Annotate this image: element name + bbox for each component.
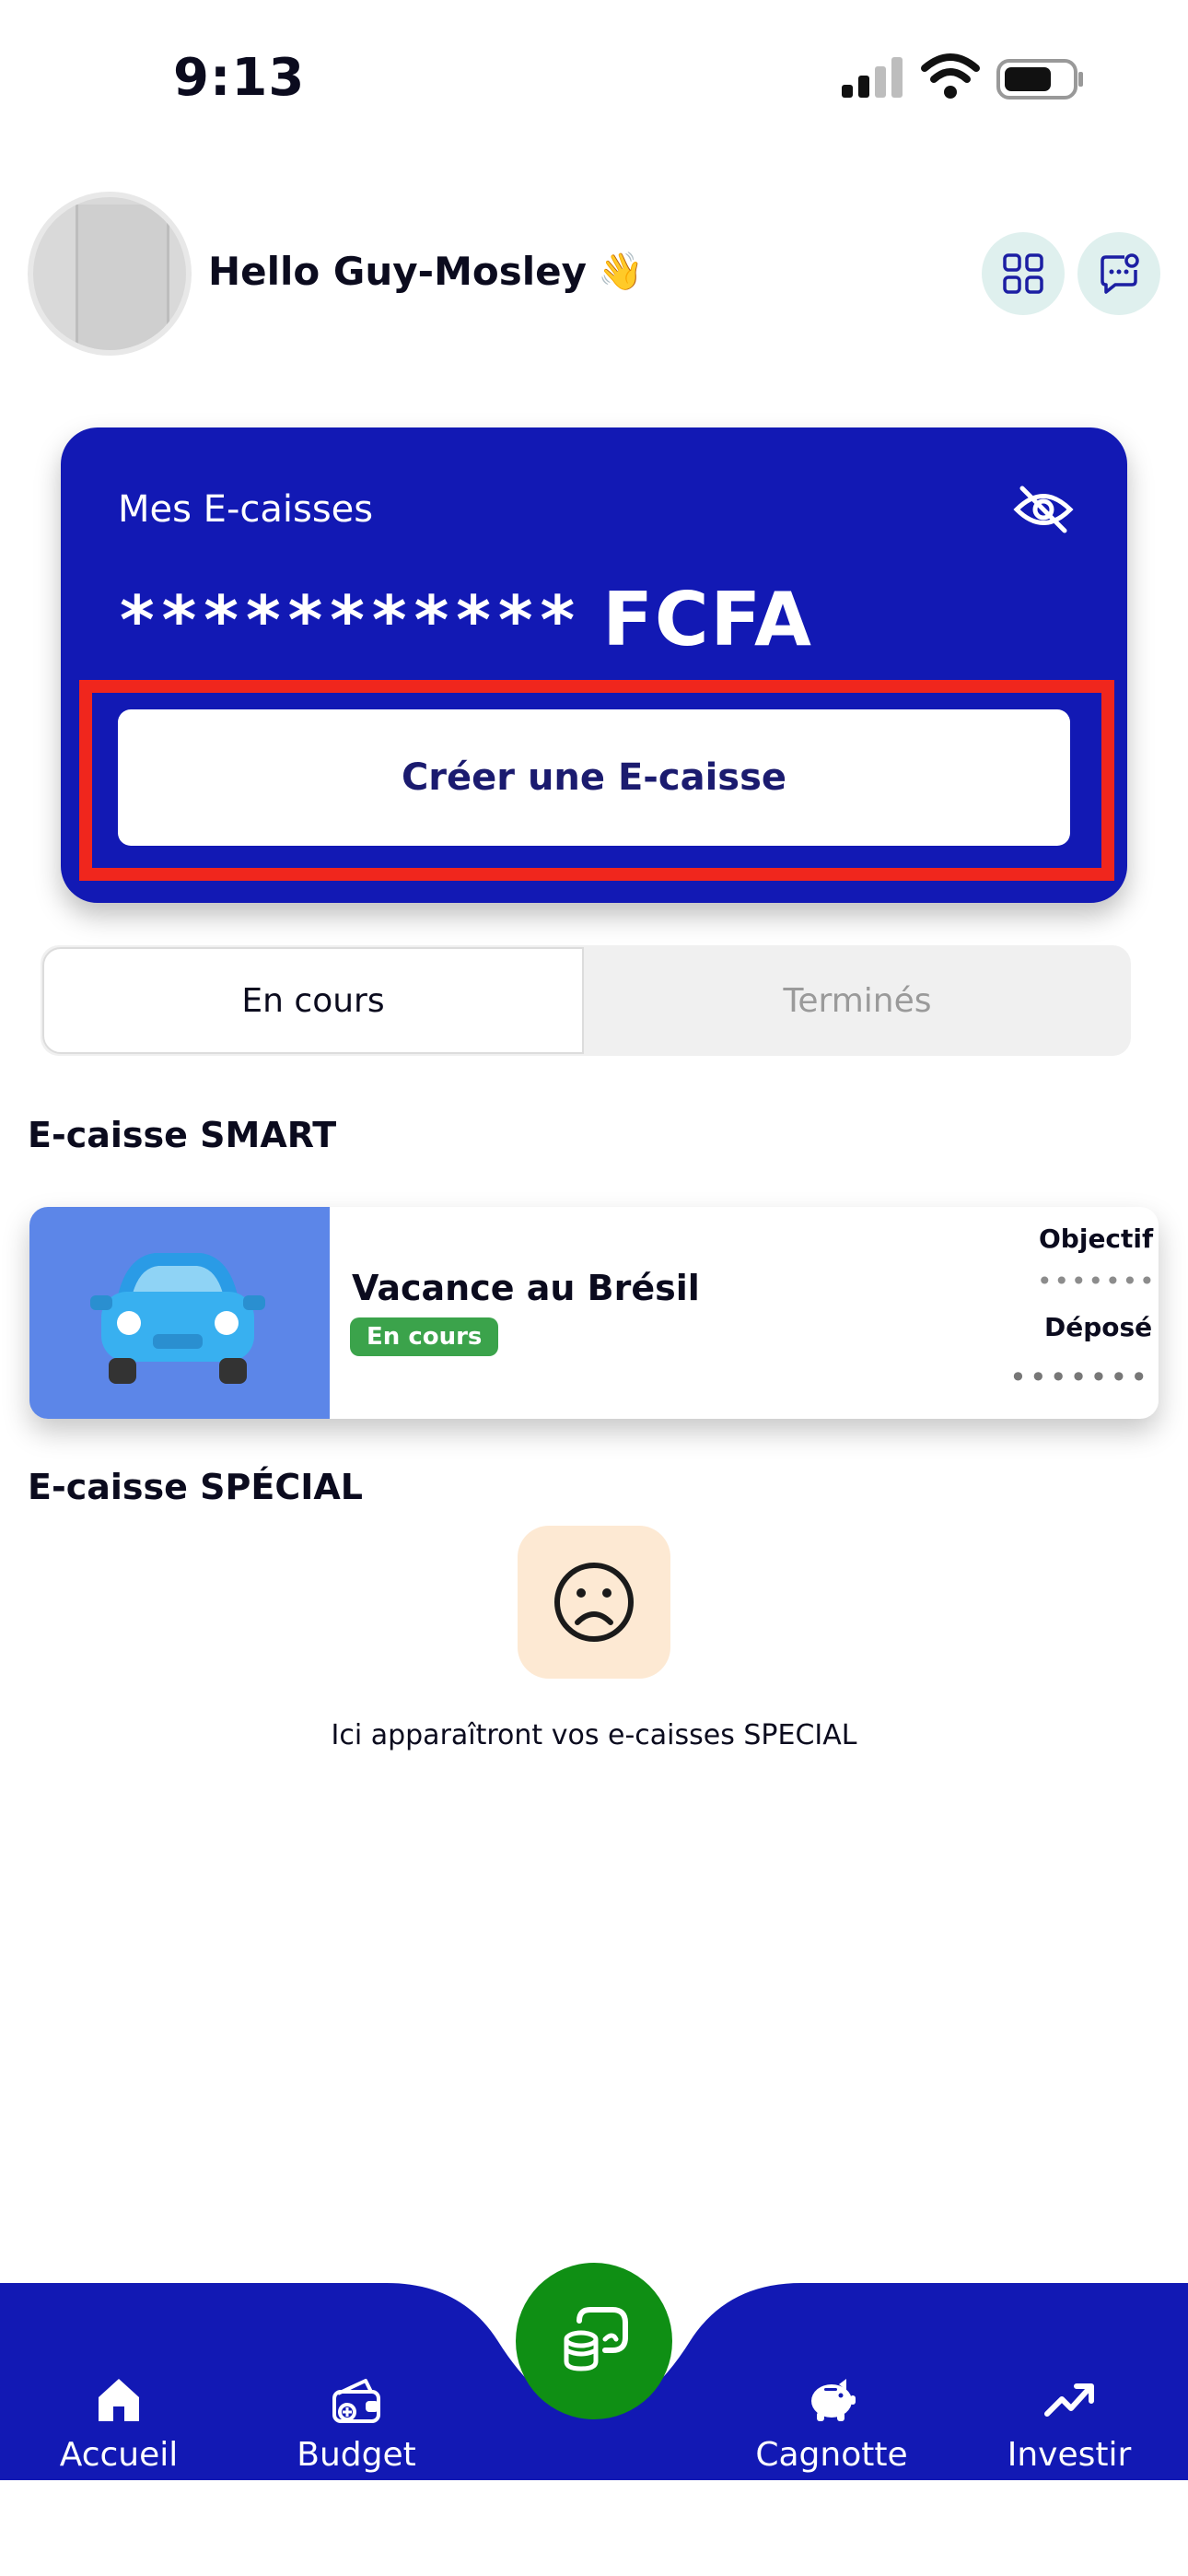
waving-hand-icon: 👋 bbox=[598, 251, 644, 293]
nav-item-cagnotte[interactable]: Cagnotte bbox=[730, 2375, 933, 2474]
eye-off-icon[interactable] bbox=[1013, 483, 1074, 536]
balance-amount: *********** FCFA bbox=[120, 577, 813, 662]
trend-up-icon bbox=[1044, 2383, 1094, 2417]
home-icon bbox=[99, 2379, 139, 2421]
tab-en-cours[interactable]: En cours bbox=[42, 947, 584, 1054]
tab-termines[interactable]: Terminés bbox=[586, 947, 1129, 1054]
deposit-value: ••••••• bbox=[1009, 1360, 1151, 1395]
section-title-special: E-caisse SPÉCIAL bbox=[28, 1467, 363, 1507]
section-title-smart: E-caisse SMART bbox=[28, 1115, 337, 1155]
nav-item-accueil[interactable]: Accueil bbox=[17, 2375, 220, 2474]
nav-item-investir[interactable]: Investir bbox=[968, 2375, 1171, 2474]
car-icon bbox=[90, 1253, 265, 1384]
wallet-icon bbox=[332, 2379, 380, 2423]
masked-amount: *********** bbox=[120, 580, 583, 659]
nav-label-accueil: Accueil bbox=[59, 2436, 179, 2474]
nav-label-cagnotte: Cagnotte bbox=[755, 2436, 908, 2474]
sad-face-icon bbox=[554, 1563, 634, 1642]
piggy-bank-icon bbox=[811, 2379, 856, 2421]
battery-icon bbox=[996, 59, 1083, 100]
cellular-signal-icon bbox=[842, 57, 903, 98]
chat-icon bbox=[1101, 253, 1139, 294]
center-action-button[interactable] bbox=[516, 2263, 672, 2419]
deposit-label: Déposé bbox=[1044, 1312, 1153, 1342]
objective-label: Objectif bbox=[1039, 1224, 1154, 1254]
grid-menu-button[interactable] bbox=[982, 232, 1065, 315]
ecaisse-name: Vacance au Brésil bbox=[352, 1268, 700, 1308]
empty-state-text: Ici apparaîtront vos e-caisses SPECIAL bbox=[331, 1719, 857, 1751]
greeting-text: Hello Guy-Mosley bbox=[208, 249, 587, 294]
objective-value: ••••••• bbox=[1037, 1266, 1157, 1296]
nav-label-investir: Investir bbox=[1007, 2436, 1132, 2474]
greeting: Hello Guy-Mosley 👋 bbox=[208, 249, 644, 294]
create-ecaisse-button[interactable]: Créer une E-caisse bbox=[118, 709, 1070, 846]
wifi-icon bbox=[921, 53, 980, 99]
empty-state-icon bbox=[518, 1526, 670, 1679]
nav-label-budget: Budget bbox=[297, 2436, 416, 2474]
avatar[interactable] bbox=[28, 192, 192, 356]
status-time: 9:13 bbox=[173, 48, 306, 108]
card-title: Mes E-caisses bbox=[118, 488, 374, 531]
currency-label: FCFA bbox=[602, 577, 813, 662]
coins-hand-icon bbox=[564, 2307, 628, 2371]
chat-button[interactable] bbox=[1077, 232, 1160, 315]
grid-icon bbox=[1003, 253, 1043, 294]
status-badge: En cours bbox=[350, 1317, 499, 1356]
nav-item-budget[interactable]: Budget bbox=[255, 2375, 458, 2474]
